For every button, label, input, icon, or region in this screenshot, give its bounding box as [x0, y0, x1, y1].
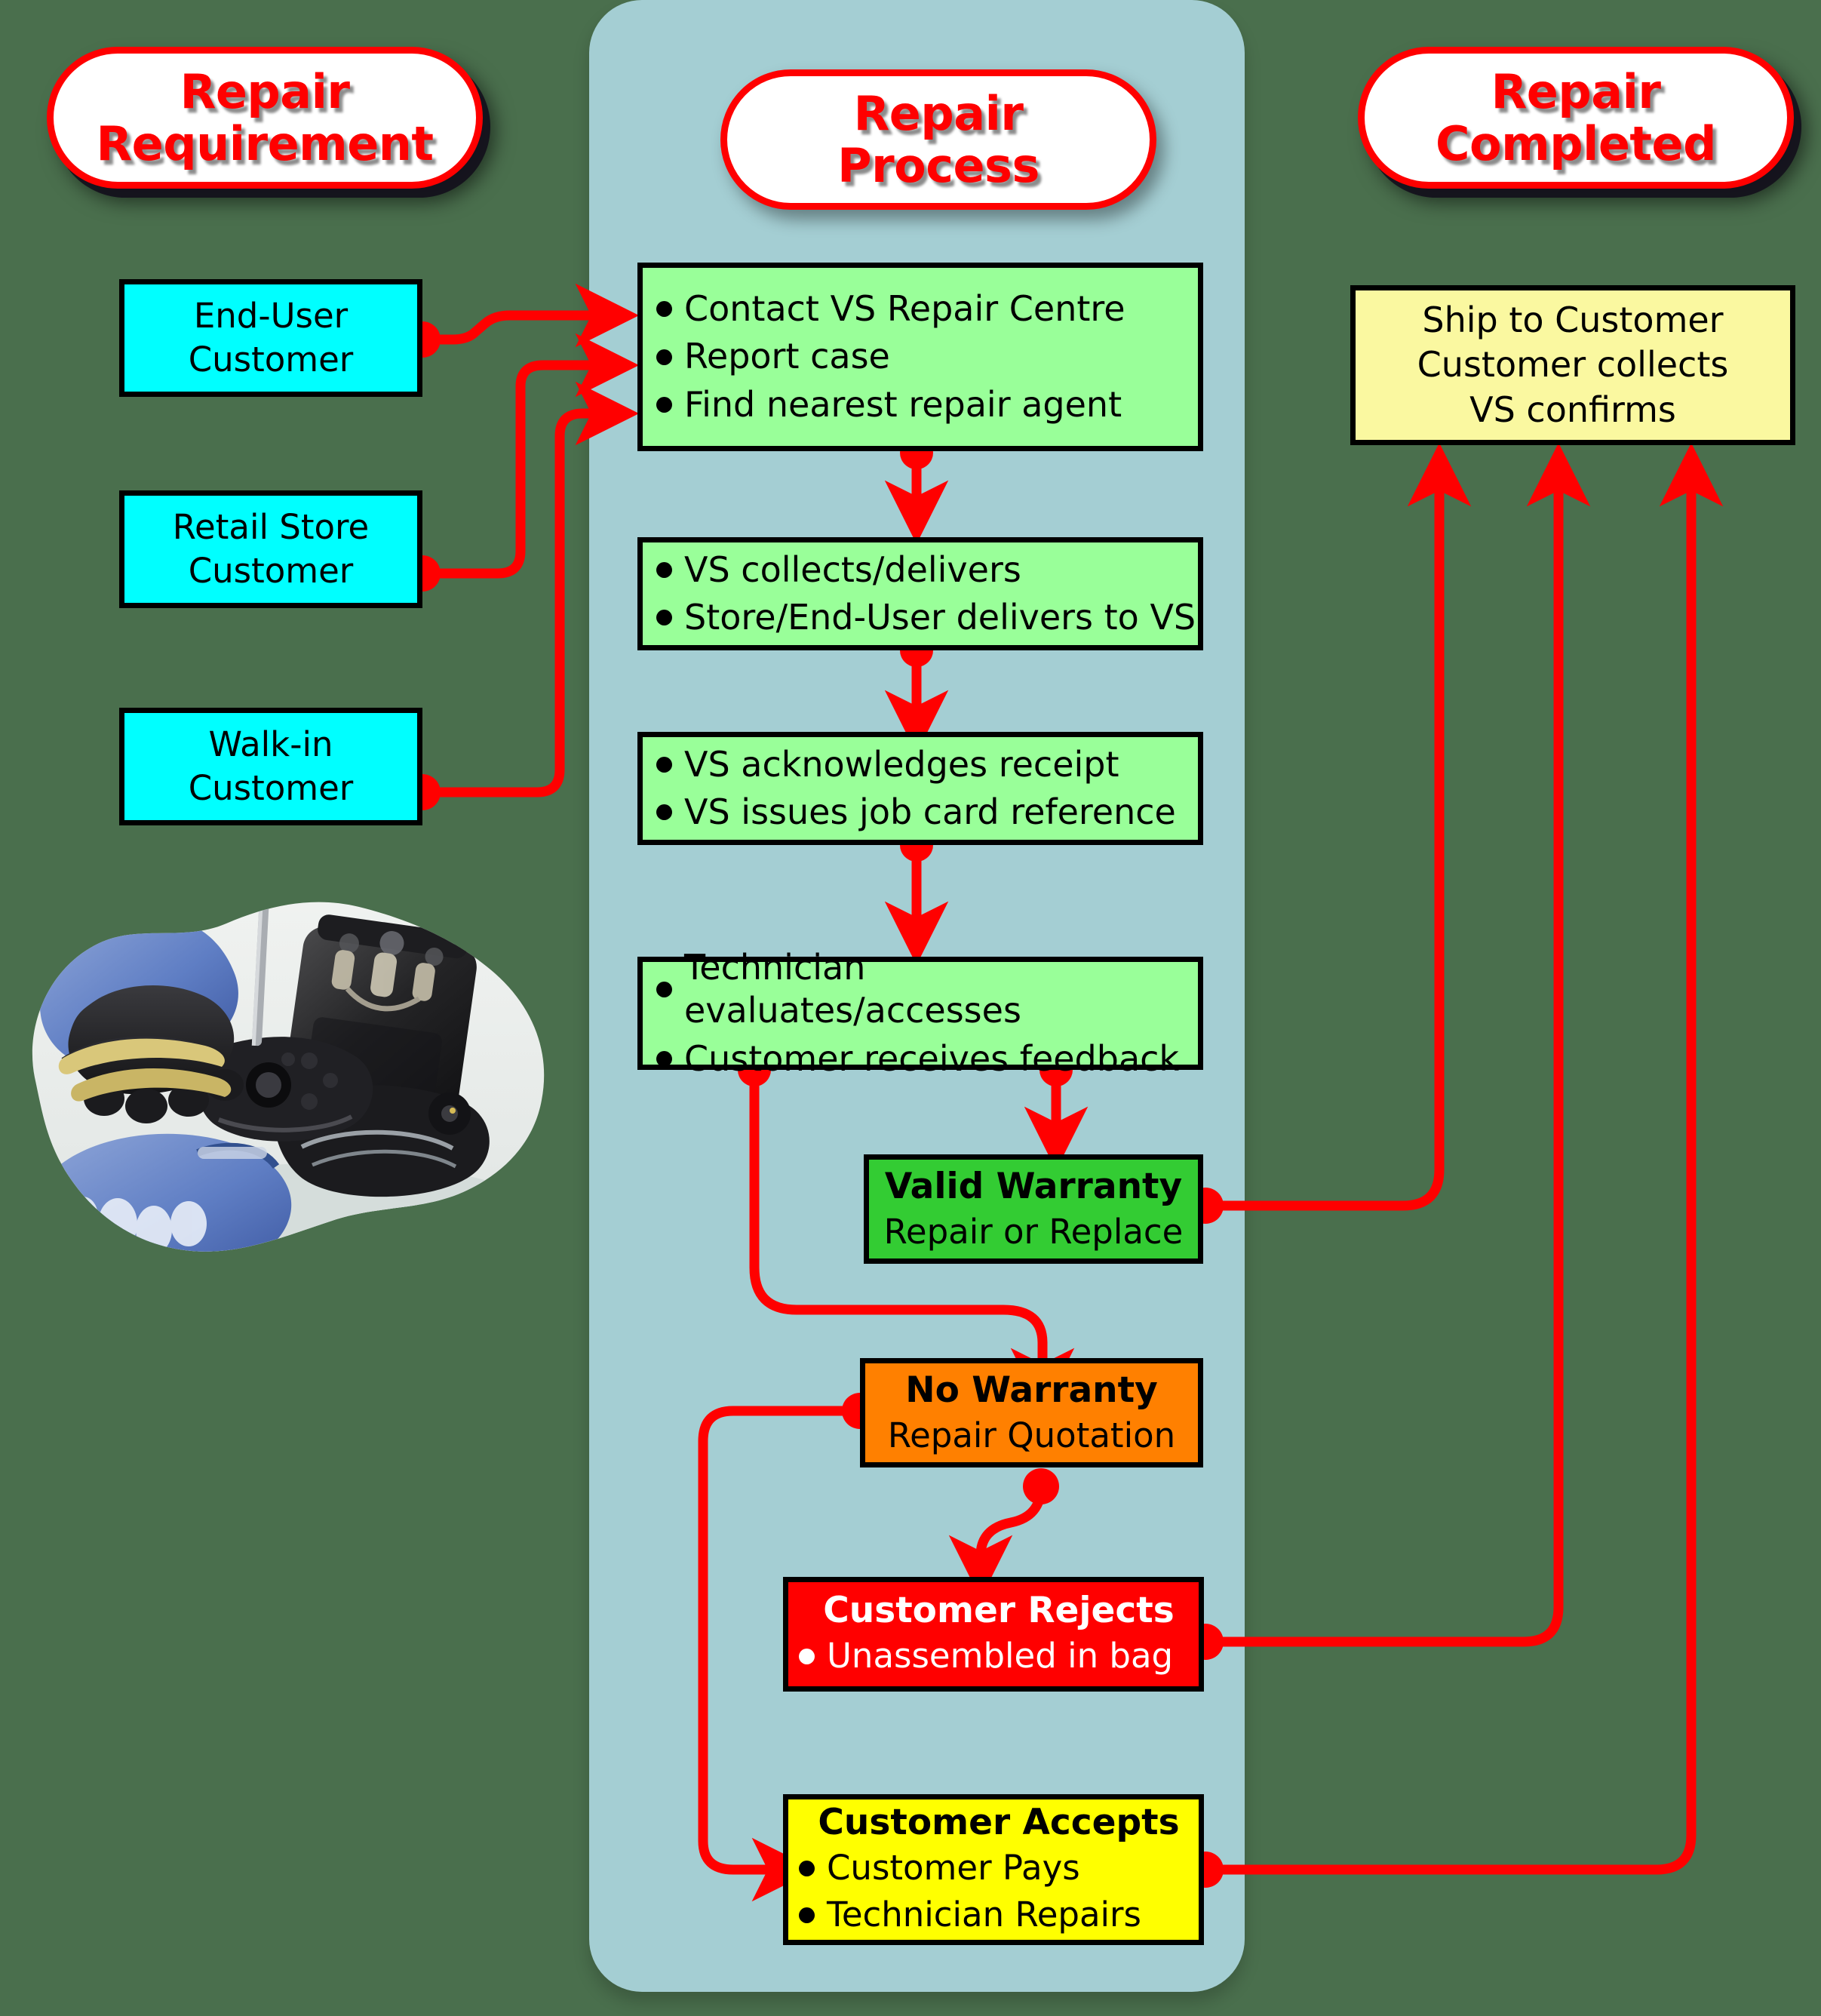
bullet-text: Store/End-User delivers to VS [684, 597, 1196, 638]
node-contact-step[interactable]: Contact VS Repair Centre Report case Fin… [637, 263, 1203, 451]
source-line2: Customer [188, 768, 354, 808]
decision-subtitle: Repair or Replace [883, 1211, 1184, 1252]
node-evaluate-step[interactable]: Technician evaluates/accesses Customer r… [637, 947, 1203, 1079]
node-no-warranty[interactable]: No Warranty Repair Quotation [860, 1358, 1203, 1467]
bullet-item: Technician Repairs [799, 1892, 1199, 1938]
conn-accepts-to-outcome [1200, 442, 1724, 1875]
bullet-item: Unassembled in bag [799, 1633, 1199, 1679]
bullet-text: Technician Repairs [827, 1895, 1141, 1935]
node-repair-outcome[interactable]: Ship to Customer Customer collects VS co… [1350, 285, 1795, 445]
bullet-dot-icon [656, 981, 672, 997]
bullet-dot-icon [656, 349, 672, 365]
node-retail-store-customer[interactable]: Retail Store Customer [119, 490, 422, 608]
bullet-text: Find nearest repair agent [684, 383, 1122, 425]
bullet-item: Technician evaluates/accesses [656, 944, 1198, 1034]
header-repair-requirement: Repair Requirement [47, 47, 483, 189]
bullet-text: Contact VS Repair Centre [684, 288, 1125, 330]
bullet-dot-icon [656, 396, 672, 413]
bullet-item: VS acknowledges receipt [656, 741, 1198, 788]
node-end-user-customer[interactable]: End-User Customer [119, 279, 422, 397]
bullet-dot-icon [656, 301, 672, 318]
header-line1: Repair [853, 85, 1024, 141]
bullet-text: Report case [684, 336, 890, 377]
outcome-line3: VS confirms [1469, 389, 1676, 430]
node-customer-rejects[interactable]: Customer Rejects Unassembled in bag [783, 1577, 1204, 1692]
bullet-text: Unassembled in bag [827, 1636, 1174, 1676]
header-line2: Process [837, 138, 1039, 193]
bullet-dot-icon [656, 756, 672, 773]
bullet-item: VS collects/delivers [656, 546, 1198, 594]
source-line2: Customer [188, 340, 354, 380]
node-walk-in-customer[interactable]: Walk-in Customer [119, 708, 422, 825]
bullet-text: VS acknowledges receipt [684, 743, 1119, 785]
conn-rejects-to-outcome [1200, 442, 1591, 1647]
flowchart-canvas: Repair Requirement Repair Process Repair… [0, 0, 1821, 2016]
bullet-item: Report case [656, 333, 1198, 380]
decision-title: No Warranty [905, 1369, 1158, 1412]
outcome-line1: Ship to Customer [1422, 300, 1724, 341]
source-line1: Walk-in [208, 724, 333, 765]
header-repair-process: Repair Process [720, 69, 1156, 210]
bullet-item: Contact VS Repair Centre [656, 285, 1198, 333]
node-valid-warranty[interactable]: Valid Warranty Repair or Replace [864, 1154, 1203, 1264]
outcome-line2: Customer collects [1417, 344, 1729, 386]
header-line1: Repair [180, 63, 350, 119]
bullet-item: Customer Pays [799, 1845, 1199, 1892]
bullet-text: VS issues job card reference [684, 791, 1176, 832]
decision-title: Customer Accepts [818, 1802, 1180, 1844]
bullet-item: Find nearest repair agent [656, 381, 1198, 429]
bullet-text: Customer Pays [827, 1848, 1080, 1888]
bullet-dot-icon [799, 1648, 815, 1664]
bullet-dot-icon [799, 1907, 815, 1923]
bullet-dot-icon [799, 1860, 815, 1876]
bullet-dot-icon [656, 610, 672, 626]
bullet-item: VS issues job card reference [656, 788, 1198, 836]
bullet-text: Customer receives feedback [684, 1037, 1180, 1079]
header-line2: Requirement [96, 116, 434, 171]
node-acknowledge-step[interactable]: VS acknowledges receipt VS issues job ca… [637, 732, 1203, 845]
decision-title: Valid Warranty [884, 1166, 1183, 1208]
bullet-item: Customer receives feedback [656, 1035, 1198, 1083]
source-line1: End-User [193, 296, 349, 337]
bullet-dot-icon [656, 804, 672, 821]
bullet-dot-icon [656, 1050, 672, 1067]
source-line1: Retail Store [172, 507, 370, 548]
bullet-dot-icon [656, 561, 672, 578]
header-line2: Completed [1436, 116, 1716, 171]
source-line2: Customer [188, 551, 354, 591]
bullet-text: Technician evaluates/accesses [684, 947, 1021, 1031]
node-delivery-step[interactable]: VS collects/delivers Store/End-User deli… [637, 537, 1203, 650]
bullet-text: VS collects/delivers [684, 549, 1021, 590]
decision-subtitle: Repair Quotation [887, 1415, 1176, 1455]
technician-repair-photo [6, 851, 579, 1295]
node-customer-accepts[interactable]: Customer Accepts Customer Pays Technicia… [783, 1794, 1204, 1945]
bullet-item: Store/End-User delivers to VS [656, 594, 1198, 641]
header-repair-completed: Repair Completed [1358, 47, 1794, 189]
header-line1: Repair [1491, 63, 1661, 119]
decision-title: Customer Rejects [823, 1589, 1175, 1631]
